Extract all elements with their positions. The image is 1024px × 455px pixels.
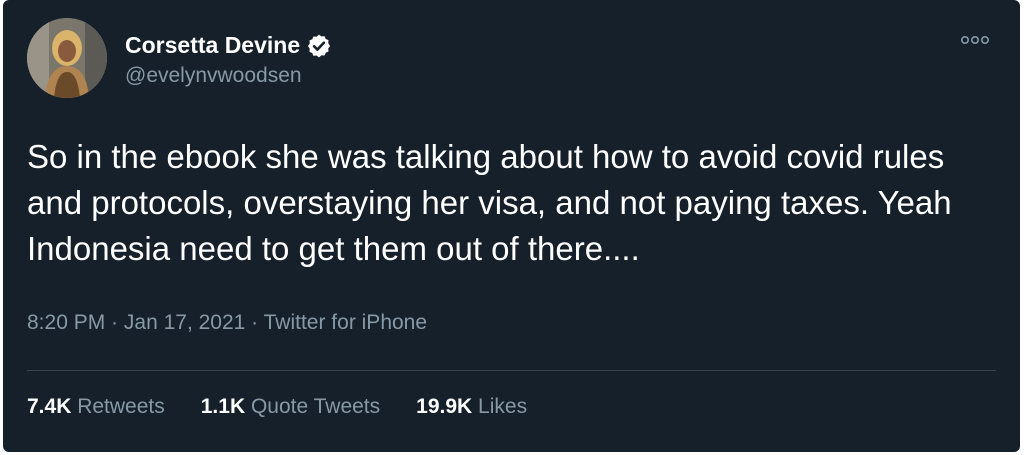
tweet-card: Corsetta Devine @evelynvwoodsen So in th… (3, 0, 1020, 452)
likes-stat[interactable]: 19.9K Likes (416, 395, 527, 419)
tweet-time[interactable]: 8:20 PM (27, 311, 105, 334)
retweets-label: Retweets (77, 395, 165, 418)
meta-separator: · (245, 311, 264, 334)
likes-count: 19.9K (416, 395, 473, 418)
tweet-date[interactable]: Jan 17, 2021 (124, 311, 245, 334)
quote-tweets-stat[interactable]: 1.1K Quote Tweets (201, 395, 380, 419)
likes-label: Likes (478, 395, 528, 418)
author-handle[interactable]: @evelynvwoodsen (125, 64, 302, 88)
avatar[interactable] (27, 18, 107, 98)
quote-tweets-label: Quote Tweets (250, 395, 381, 418)
tweet-text: So in the ebook she was talking about ho… (27, 138, 952, 267)
author-name-row[interactable]: Corsetta Devine (125, 32, 332, 59)
tweet-source[interactable]: Twitter for iPhone (264, 311, 427, 334)
quote-tweets-count: 1.1K (200, 395, 246, 418)
divider (27, 370, 996, 371)
author-name[interactable]: Corsetta Devine (125, 32, 300, 59)
more-options-icon[interactable] (958, 28, 992, 52)
engagement-stats: 7.4K Retweets 1.1K Quote Tweets 19.9K Li… (27, 395, 563, 419)
retweets-stat[interactable]: 7.4K Retweets (27, 395, 165, 419)
verified-badge-icon (306, 33, 332, 59)
avatar-image (27, 18, 107, 98)
retweets-count: 7.4K (27, 395, 72, 418)
meta-separator: · (105, 311, 124, 334)
tweet-meta: 8:20 PM · Jan 17, 2021 · Twitter for iPh… (27, 311, 427, 335)
